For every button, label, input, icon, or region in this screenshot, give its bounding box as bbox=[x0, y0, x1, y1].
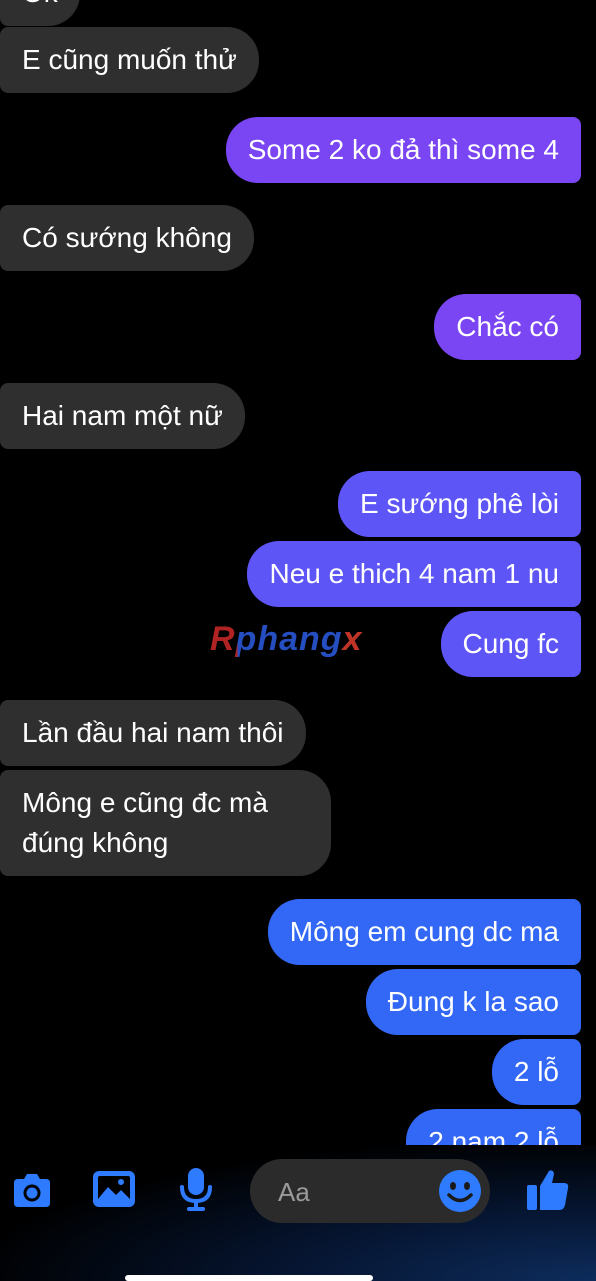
message-text: 2 nam 2 lỗ bbox=[428, 1126, 559, 1145]
message-incoming[interactable]: Mông e cũng đc mà đúng không bbox=[0, 770, 331, 876]
message-incoming[interactable]: Có sướng không bbox=[0, 205, 254, 271]
message-text: E sướng phê lòi bbox=[360, 488, 559, 519]
message-outgoing[interactable]: 2 nam 2 lỗ bbox=[406, 1109, 581, 1145]
camera-icon[interactable] bbox=[8, 1167, 56, 1215]
message-text: Neu e thich 4 nam 1 nu bbox=[269, 558, 559, 589]
message-incoming[interactable]: Hai nam một nữ bbox=[0, 383, 245, 449]
watermark-text: Rphang bbox=[210, 620, 343, 658]
message-outgoing[interactable]: Đung k la sao bbox=[365, 969, 581, 1035]
message-input[interactable] bbox=[276, 1171, 430, 1213]
message-outgoing[interactable]: E sướng phê lòi bbox=[338, 471, 581, 537]
message-text: Có sướng không bbox=[22, 222, 232, 253]
message-text: Lần đầu hai nam thôi bbox=[22, 717, 284, 748]
message-incoming[interactable]: Lần đầu hai nam thôi bbox=[0, 700, 306, 766]
message-text: Chắc có bbox=[456, 311, 559, 342]
home-indicator bbox=[125, 1275, 373, 1281]
message-text: Đung k la sao bbox=[387, 986, 559, 1017]
message-incoming[interactable]: Ok bbox=[0, 0, 80, 26]
thumbs-up-icon[interactable] bbox=[524, 1165, 572, 1213]
gallery-icon[interactable] bbox=[90, 1165, 138, 1213]
message-text: E cũng muốn thử bbox=[22, 44, 237, 75]
emoji-icon[interactable] bbox=[436, 1167, 484, 1215]
message-input-container[interactable] bbox=[250, 1159, 490, 1223]
message-text: Cung fc bbox=[462, 628, 560, 659]
message-text: Mông em cung dc ma bbox=[289, 916, 559, 947]
composer-bar bbox=[0, 1145, 596, 1281]
watermark-x: x bbox=[342, 620, 363, 658]
message-text: 2 lỗ bbox=[513, 1056, 559, 1087]
message-thread[interactable]: Ok E cũng muốn thử Some 2 ko đả thì some… bbox=[0, 0, 596, 1145]
microphone-icon[interactable] bbox=[172, 1165, 220, 1213]
watermark-logo: Rphangx bbox=[210, 620, 362, 659]
message-outgoing[interactable]: Chắc có bbox=[434, 294, 581, 360]
message-text: Hai nam một nữ bbox=[22, 400, 223, 431]
message-outgoing[interactable]: Some 2 ko đả thì some 4 bbox=[225, 117, 581, 183]
message-incoming[interactable]: E cũng muốn thử bbox=[0, 27, 259, 93]
message-text: Ok bbox=[22, 0, 58, 8]
message-text: Mông e cũng đc mà đúng không bbox=[22, 787, 268, 858]
message-text: Some 2 ko đả thì some 4 bbox=[247, 134, 559, 165]
message-outgoing[interactable]: Mông em cung dc ma bbox=[267, 899, 581, 965]
message-outgoing[interactable]: Neu e thich 4 nam 1 nu bbox=[247, 541, 581, 607]
message-outgoing[interactable]: 2 lỗ bbox=[491, 1039, 581, 1105]
message-outgoing[interactable]: Cung fc bbox=[440, 611, 581, 677]
